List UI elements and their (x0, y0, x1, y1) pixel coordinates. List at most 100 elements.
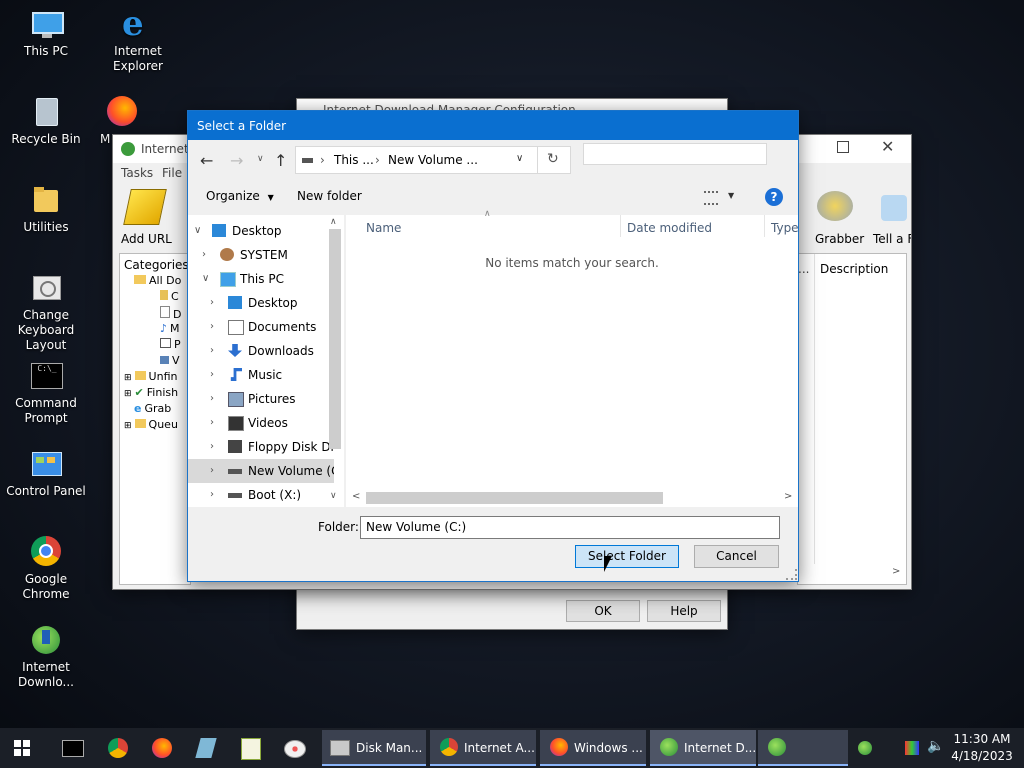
recent-locations-chevron-icon[interactable]: ∨ (257, 154, 264, 164)
tree-item-this-pc[interactable]: ∨ This PC (188, 267, 334, 291)
tree-item-boot-x[interactable]: › Boot (X:) (188, 483, 334, 507)
column-date-modified[interactable]: Date modified (627, 221, 712, 235)
hscroll-left-icon[interactable]: < (352, 491, 360, 502)
column-description[interactable]: Description (820, 262, 888, 276)
help-button[interactable]: Help (647, 600, 721, 622)
grabber-button[interactable]: Grabber (809, 187, 865, 247)
category-music[interactable]: ♪ M (160, 322, 180, 335)
taskbar-task-windows[interactable]: Windows ... (540, 730, 646, 766)
category-finished[interactable]: ⊞ ✔ Finish (124, 386, 178, 399)
volume-muted-icon[interactable]: 🔈 (927, 738, 944, 754)
start-button[interactable] (0, 728, 44, 768)
taskbar-task-internet-a[interactable]: Internet A... (430, 730, 536, 766)
tree-item-music[interactable]: › Music (188, 363, 334, 387)
taskbar-task-internet-d[interactable]: Internet D... (650, 730, 756, 766)
help-icon[interactable]: ? (765, 188, 783, 206)
chevron-down-icon[interactable]: ∨ (194, 219, 206, 243)
select-folder-button[interactable]: Select Folder (575, 545, 679, 568)
maximize-icon[interactable] (837, 141, 849, 153)
taskbar-command-prompt[interactable] (50, 728, 94, 768)
desktop-icon-command-prompt[interactable]: C:\_ Command Prompt (0, 360, 92, 426)
close-icon[interactable]: ✕ (881, 137, 894, 156)
clock-date[interactable]: 4/18/2023 (950, 749, 1014, 763)
tree-item-desktop[interactable]: ∨ Desktop (188, 219, 334, 243)
new-folder-button[interactable]: New folder (297, 189, 362, 203)
taskbar-task-idm-second[interactable] (758, 730, 848, 766)
tree-item-desktop[interactable]: › Desktop (188, 291, 334, 315)
taskbar-chrome[interactable] (96, 728, 140, 768)
expand-icon[interactable]: ⊞ (124, 421, 132, 431)
category-video[interactable]: V (160, 354, 180, 367)
menu-file[interactable]: File (162, 166, 182, 180)
tray-idm-icon[interactable] (858, 741, 872, 755)
search-input[interactable] (583, 143, 767, 165)
category-queues[interactable]: ⊞ Queu (124, 418, 178, 431)
clock-time[interactable]: 11:30 AM (950, 732, 1014, 746)
tree-scrollbar-thumb[interactable] (329, 229, 341, 449)
desktop-icon-this-pc[interactable]: This PC (0, 8, 92, 59)
tree-item-system[interactable]: › SYSTEM (188, 243, 334, 267)
tree-item-videos[interactable]: › Videos (188, 411, 334, 435)
tree-item-documents[interactable]: › Documents (188, 315, 334, 339)
category-grabber[interactable]: e Grab (134, 402, 171, 415)
category-compressed[interactable]: C (160, 290, 179, 303)
taskbar-firefox[interactable] (140, 728, 184, 768)
hscroll-thumb[interactable] (366, 492, 663, 504)
chevron-right-icon[interactable]: › (210, 315, 222, 339)
back-button[interactable]: ← (200, 151, 213, 170)
tree-scrollbar-down-icon[interactable]: ∨ (330, 491, 337, 501)
desktop-icon-internet-download-manager[interactable]: Internet Downlo... (0, 624, 92, 690)
tree-item-downloads[interactable]: › Downloads (188, 339, 334, 363)
tree-item-new-volume-c[interactable]: › New Volume (C (188, 459, 334, 483)
menu-tasks[interactable]: Tasks (121, 166, 153, 180)
chevron-down-icon[interactable]: ∨ (202, 267, 214, 291)
chevron-right-icon[interactable]: › (210, 459, 222, 483)
cancel-button[interactable]: Cancel (694, 545, 779, 568)
desktop-icon-recycle-bin[interactable]: Recycle Bin (0, 96, 92, 147)
breadcrumb-new-volume[interactable]: New Volume ... (388, 153, 478, 167)
folder-field[interactable]: New Volume (C:) (360, 516, 780, 539)
column-name[interactable]: Name (366, 221, 401, 235)
breadcrumb-this-pc[interactable]: This ... (334, 153, 374, 167)
organize-button[interactable]: Organize ▼ (206, 189, 274, 203)
category-programs[interactable]: P (160, 338, 181, 351)
hscroll-right-icon[interactable]: > (784, 491, 792, 502)
chevron-right-icon[interactable]: › (210, 363, 222, 387)
tree-item-pictures[interactable]: › Pictures (188, 387, 334, 411)
up-button[interactable]: ↑ (274, 151, 287, 170)
view-options-icon[interactable] (704, 191, 718, 205)
taskbar-task-disk-management[interactable]: Disk Man... (322, 730, 426, 766)
tell-a-friend-button[interactable]: Tell a Fri (869, 187, 911, 247)
category-unfinished[interactable]: ⊞ Unfin (124, 370, 177, 383)
resize-grip-icon[interactable] (786, 569, 797, 580)
category-documents[interactable]: D (160, 306, 181, 321)
chevron-right-icon[interactable]: › (210, 411, 222, 435)
address-bar[interactable]: › This ... › New Volume ... ∨ ↻ (295, 146, 571, 174)
forward-button[interactable]: → (230, 151, 243, 170)
address-dropdown-chevron-icon[interactable]: ∨ (516, 153, 523, 164)
refresh-icon[interactable]: ↻ (547, 151, 559, 167)
category-all[interactable]: All Do (134, 274, 181, 287)
desktop-icon-change-keyboard-layout[interactable]: Change Keyboard Layout (0, 272, 92, 353)
tray-color-icon[interactable] (905, 741, 919, 755)
expand-icon[interactable]: ⊞ (124, 389, 132, 399)
desktop-icon-google-chrome[interactable]: Google Chrome (0, 536, 92, 602)
taskbar-app-chart[interactable] (228, 728, 272, 768)
chevron-right-icon[interactable]: › (202, 243, 214, 267)
chevron-right-icon[interactable]: › (210, 483, 222, 507)
taskbar-app-tool[interactable] (184, 728, 228, 768)
tree-scrollbar-up-icon[interactable]: ∧ (330, 217, 337, 227)
desktop-icon-control-panel[interactable]: Control Panel (0, 448, 92, 499)
desktop-icon-utilities[interactable]: Utilities (0, 184, 92, 235)
taskbar-app-paint[interactable] (272, 728, 316, 768)
view-options-chevron-icon[interactable]: ▼ (728, 191, 734, 200)
ok-button[interactable]: OK (566, 600, 640, 622)
chevron-right-icon[interactable]: › (210, 339, 222, 363)
expand-icon[interactable]: ⊞ (124, 373, 132, 383)
add-url-button[interactable]: Add URL (117, 187, 173, 247)
column-type[interactable]: Type (771, 221, 799, 235)
desktop-icon-internet-explorer[interactable]: e Internet Explorer (92, 7, 184, 74)
tree-item-floppy-disk-dri[interactable]: › Floppy Disk Dri (188, 435, 334, 459)
chevron-right-icon[interactable]: › (210, 291, 222, 315)
horizontal-scroll-right-icon[interactable]: > (892, 566, 900, 577)
